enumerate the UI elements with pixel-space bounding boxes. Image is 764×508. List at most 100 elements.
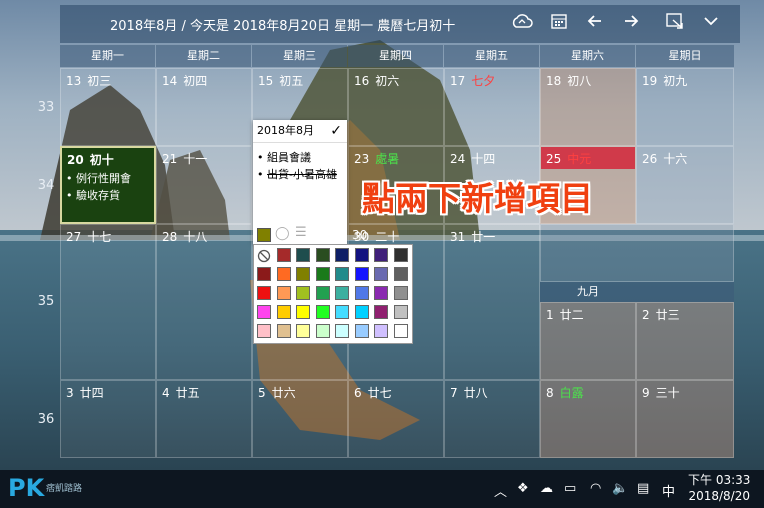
color-swatch[interactable] (374, 324, 388, 338)
day-cell[interactable]: 17 七夕 (444, 68, 540, 146)
clock[interactable]: 下午 03:33 2018/8/20 (688, 472, 750, 504)
color-swatch[interactable] (335, 267, 349, 281)
chevron-down-icon[interactable] (699, 12, 723, 36)
day-cell[interactable]: 13 初三 (60, 68, 156, 146)
day-number: 18 (546, 74, 562, 88)
color-swatch[interactable] (354, 286, 369, 300)
color-swatch[interactable] (374, 248, 388, 262)
color-swatch[interactable] (393, 267, 408, 281)
dropbox-icon[interactable]: ❖ (517, 481, 529, 496)
day-cell[interactable]: 14 初四 (156, 68, 252, 146)
color-swatch[interactable] (257, 267, 271, 281)
day-cell[interactable]: 7 廿八 (444, 380, 540, 458)
day-number: 25 (546, 152, 562, 166)
event-item[interactable]: • 組員會議 (253, 149, 347, 166)
lunar-date: 十七 (87, 230, 112, 244)
color-swatch[interactable] (374, 286, 388, 300)
chevron-up-icon[interactable]: ︿ (494, 481, 507, 500)
color-swatch[interactable] (335, 324, 349, 338)
color-palette[interactable] (253, 244, 413, 344)
lunar-date: 廿三 (655, 308, 680, 322)
color-swatch[interactable] (335, 248, 349, 262)
color-swatch[interactable] (393, 305, 408, 319)
week-number: 33 (37, 100, 55, 115)
day-cell[interactable]: 31 廿一 (444, 224, 540, 380)
color-swatch[interactable] (257, 286, 271, 300)
color-swatch[interactable] (315, 267, 330, 281)
day-cell[interactable]: 4 廿五 (156, 380, 252, 458)
day-cell-weekend[interactable]: 18 初八 (540, 68, 636, 146)
color-swatch[interactable] (354, 267, 369, 281)
color-swatch[interactable] (296, 286, 310, 300)
color-picker-button[interactable] (257, 228, 271, 242)
arrow-left-icon[interactable] (583, 12, 607, 36)
color-swatch[interactable] (276, 248, 291, 262)
day-cell[interactable]: 6 廿七 (348, 380, 444, 458)
event-item[interactable]: • 驗收存貨 (66, 187, 131, 204)
color-swatch[interactable] (296, 267, 310, 281)
day-cell-weekend[interactable]: 26 十六 (636, 146, 734, 224)
list-icon[interactable]: ☰ (295, 225, 307, 240)
day-cell[interactable]: 16 初六 (348, 68, 444, 146)
event-item[interactable]: • 出貨-小暑高雄 (253, 166, 347, 183)
color-swatch[interactable] (315, 305, 330, 319)
volume-icon[interactable]: 🔈 (612, 481, 628, 496)
color-swatch[interactable] (335, 286, 349, 300)
arrow-right-icon[interactable] (619, 12, 643, 36)
color-swatch[interactable] (276, 324, 291, 338)
color-swatch[interactable] (393, 286, 408, 300)
color-swatch[interactable] (374, 305, 388, 319)
battery-icon[interactable]: ▭ (564, 481, 576, 496)
day-cell[interactable]: 28 十八 (156, 224, 252, 380)
color-swatch[interactable] (276, 305, 291, 319)
day-number: 21 (162, 152, 178, 166)
color-swatch[interactable] (257, 324, 271, 338)
color-swatch[interactable] (315, 248, 330, 262)
window-icon[interactable] (663, 12, 687, 36)
day-cell-today[interactable]: 20 初十 • 例行性開會 • 驗收存貨 (60, 146, 156, 224)
day-editor-popup[interactable]: 2018年8月 ✓ • 組員會議 • 出貨-小暑高雄 ◯ ☰ (253, 120, 347, 244)
color-swatch[interactable] (257, 305, 271, 319)
color-swatch[interactable] (276, 286, 291, 300)
color-swatch[interactable] (354, 324, 369, 338)
day-number: 16 (354, 74, 370, 88)
day-number: 6 (354, 386, 362, 400)
month-label-bar (636, 282, 734, 302)
lunar-date: 七夕 (471, 74, 496, 88)
confirm-check-icon[interactable]: ✓ (330, 120, 342, 142)
day-cell-weekend[interactable]: 8 白露 (540, 380, 636, 458)
color-swatch[interactable] (354, 248, 369, 262)
color-swatch[interactable] (335, 305, 349, 319)
color-swatch[interactable] (276, 267, 291, 281)
day-cell-weekend[interactable]: 19 初九 (636, 68, 734, 146)
color-swatch[interactable] (315, 324, 330, 338)
color-swatch[interactable] (296, 324, 310, 338)
cloud-icon[interactable]: ☁ (540, 481, 553, 496)
color-swatch[interactable] (374, 267, 388, 281)
weekday-sat: 星期六 (540, 45, 635, 67)
day-cell[interactable]: 21 十一 (156, 146, 252, 224)
wifi-icon[interactable]: ◠ (590, 481, 601, 496)
day-cell-weekend[interactable]: 9 三十 (636, 380, 734, 458)
day-cell[interactable]: 5 廿六 (252, 380, 348, 458)
color-swatch[interactable] (354, 305, 369, 319)
lunar-date: 中元 (567, 152, 592, 166)
ime-indicator[interactable]: 中 (662, 481, 675, 500)
color-swatch[interactable] (315, 286, 330, 300)
cloud-sync-icon[interactable] (510, 12, 534, 36)
day-number: 27 (66, 230, 82, 244)
color-swatch[interactable] (296, 248, 310, 262)
day-cell[interactable]: 27 十七 (60, 224, 156, 380)
event-item[interactable]: • 例行性開會 (66, 170, 131, 187)
day-cell[interactable]: 3 廿四 (60, 380, 156, 458)
color-swatch[interactable] (393, 324, 408, 338)
clock-date: 2018/8/20 (688, 489, 750, 503)
color-swatch[interactable] (393, 248, 408, 262)
day-cell-weekend[interactable]: 1 廿二 (540, 302, 636, 380)
calendar-icon[interactable] (547, 12, 571, 36)
check-circle-icon[interactable]: ◯ (275, 226, 290, 241)
day-cell-weekend[interactable]: 2 廿三 (636, 302, 734, 380)
notification-icon[interactable]: ▤ (637, 481, 649, 496)
color-swatch[interactable] (296, 305, 310, 319)
no-color-icon[interactable] (257, 248, 271, 263)
